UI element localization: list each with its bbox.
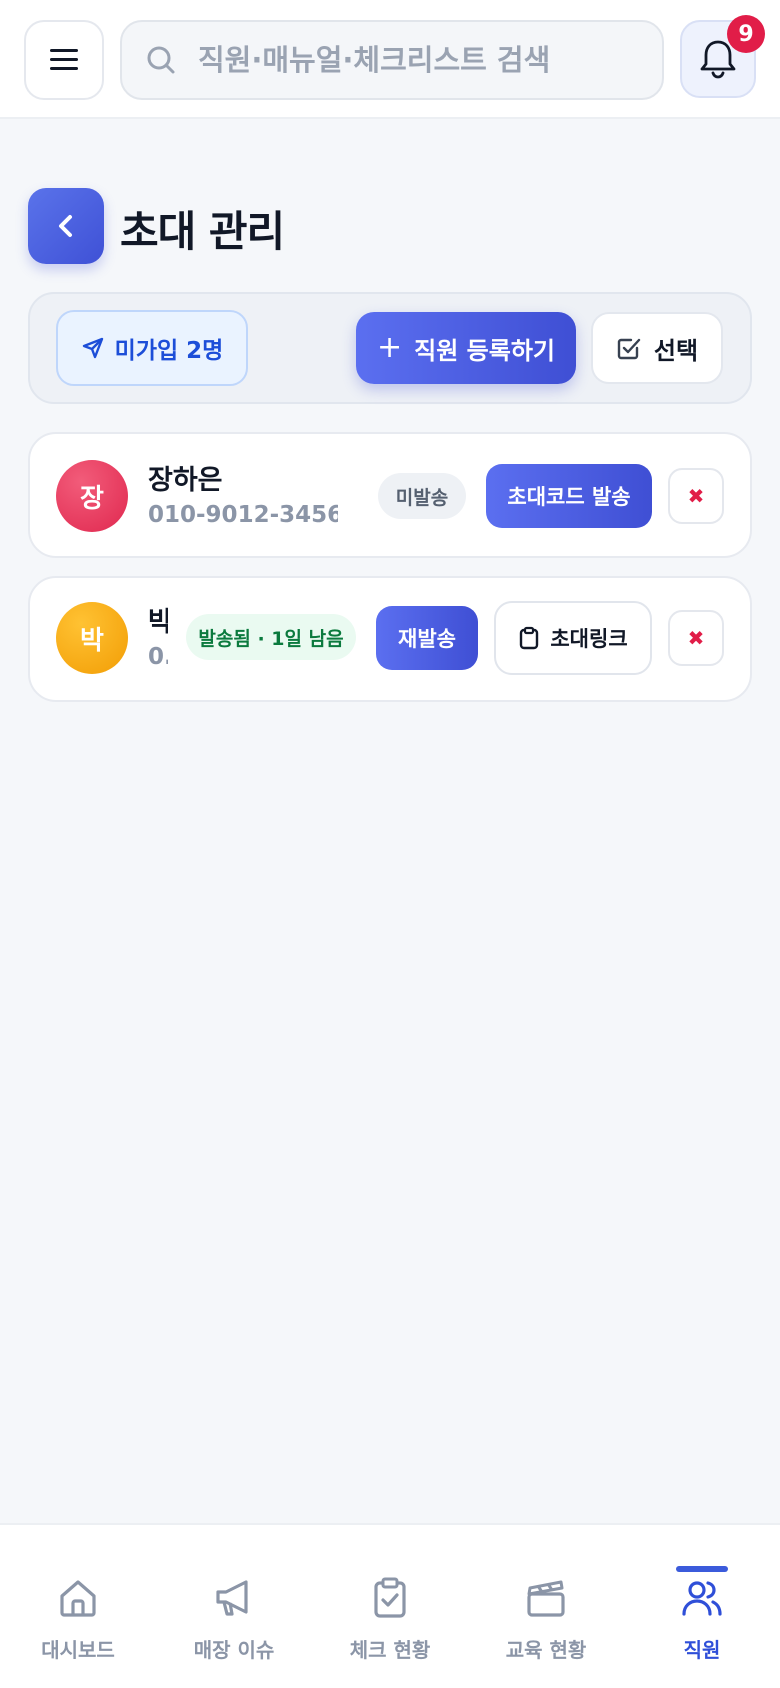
register-employee-button[interactable]: + 직원 등록하기 <box>356 312 576 384</box>
nav-label: 매장 이슈 <box>193 1638 275 1662</box>
invitee-name: 박 <box>148 607 168 638</box>
nav-item-dashboard[interactable]: 대시보드 <box>8 1576 148 1666</box>
resend-button[interactable]: 재발송 <box>376 606 478 670</box>
home-icon <box>60 1580 96 1617</box>
nav-label: 직원 <box>683 1638 721 1662</box>
search-icon <box>146 45 176 75</box>
back-button[interactable] <box>28 188 104 264</box>
register-employee-label: 직원 등록하기 <box>414 336 555 365</box>
chevron-left-icon <box>59 215 72 237</box>
users-icon <box>682 1581 722 1616</box>
menu-button[interactable] <box>24 20 104 100</box>
invitee-phone: 010-9012-3456 <box>148 502 338 528</box>
select-label: 선택 <box>653 336 699 365</box>
plus-icon: + <box>377 330 403 365</box>
active-tab-indicator <box>676 1566 728 1572</box>
status-badge: 미발송 <box>378 473 466 519</box>
clipboard-check-icon <box>374 1577 406 1618</box>
nav-label: 교육 현황 <box>505 1638 587 1662</box>
avatar: 박 <box>56 602 128 674</box>
send-invite-code-button[interactable]: 초대코드 발송 <box>486 464 652 528</box>
nav-item-check-status[interactable]: 체크 현황 <box>320 1576 460 1666</box>
nav-label: 대시보드 <box>41 1638 115 1662</box>
search-bar[interactable] <box>120 20 664 100</box>
nav-label: 체크 현황 <box>349 1638 431 1662</box>
close-icon: ✖ <box>687 484 705 508</box>
invite-link-button[interactable]: 초대링크 <box>494 601 652 675</box>
close-icon: ✖ <box>687 626 705 650</box>
send-icon <box>82 337 103 359</box>
delete-button[interactable]: ✖ <box>668 610 724 666</box>
notification-badge: 9 <box>727 15 765 53</box>
pending-members-button[interactable]: 미가입 2명 <box>56 310 248 386</box>
select-button[interactable]: 선택 <box>591 312 723 384</box>
nav-item-employees[interactable]: 직원 <box>632 1576 772 1666</box>
avatar: 장 <box>56 460 128 532</box>
invitee-phone: 0. <box>148 644 168 670</box>
checkbox-icon <box>617 338 641 360</box>
status-badge: 발송됨 · 1일 남음 <box>186 614 356 660</box>
page-title: 초대 관리 <box>120 207 285 256</box>
megaphone-icon <box>216 1580 248 1616</box>
clipboard-icon <box>520 626 539 650</box>
pending-members-label: 미가입 2명 <box>114 338 224 364</box>
delete-button[interactable]: ✖ <box>668 468 724 524</box>
clapperboard-icon <box>527 1580 565 1617</box>
nav-item-training-status[interactable]: 교육 현황 <box>476 1576 616 1666</box>
nav-item-store-issues[interactable]: 매장 이슈 <box>164 1576 304 1666</box>
invitee-name: 장하은 <box>148 465 223 496</box>
search-input[interactable] <box>198 43 638 77</box>
hamburger-icon <box>50 49 78 71</box>
invite-link-label: 초대링크 <box>550 627 628 651</box>
